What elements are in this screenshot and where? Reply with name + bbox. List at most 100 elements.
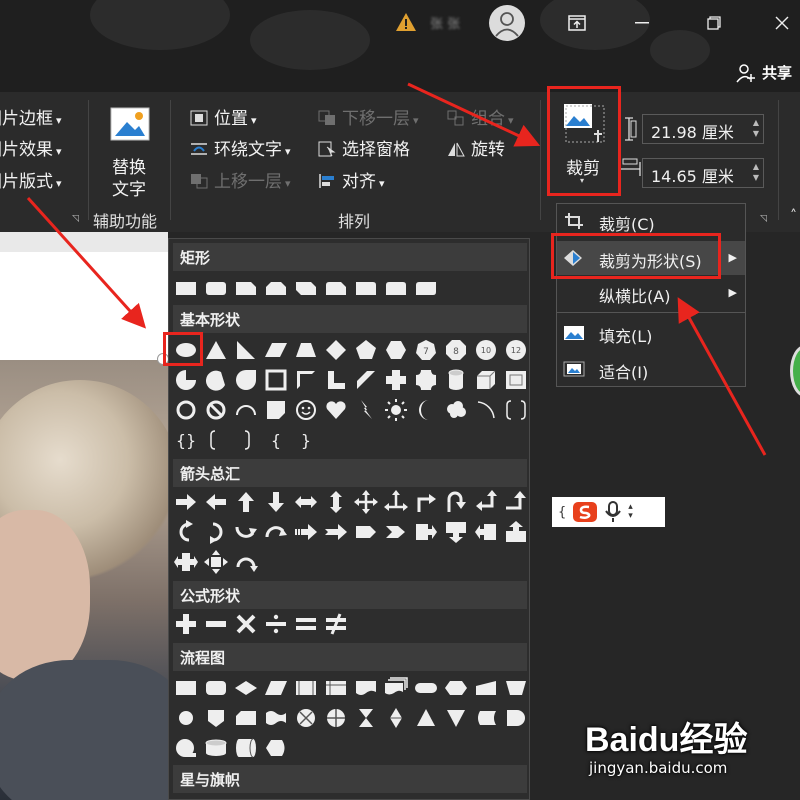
ribbon-display-options-icon[interactable] [560, 6, 594, 40]
multiply-icon[interactable] [233, 611, 259, 637]
cloud-icon[interactable] [443, 397, 469, 423]
minus-icon[interactable] [203, 611, 229, 637]
left-right-up-arrow-icon[interactable] [383, 489, 409, 515]
menu-item-fill[interactable]: 填充(L) [557, 316, 745, 350]
round-diagonal-rectangle-icon[interactable] [413, 275, 439, 301]
octagon-icon[interactable]: 8 [443, 337, 469, 363]
right-brace-icon[interactable]: } [293, 427, 319, 453]
flowchart-manual-operation-icon[interactable] [503, 675, 529, 701]
dodecagon-icon[interactable]: 12 [503, 337, 529, 363]
share-button[interactable]: 共享 [736, 62, 792, 83]
teardrop-icon[interactable] [233, 367, 259, 393]
bevel-icon[interactable] [503, 367, 529, 393]
ime-toolbar[interactable]: { ▴ ▾ [552, 497, 665, 527]
flowchart-stored-data-icon[interactable] [473, 705, 499, 731]
no-symbol-icon[interactable] [203, 397, 229, 423]
trapezoid-icon[interactable] [293, 337, 319, 363]
height-stepper[interactable]: 21.98 厘米 ▲ ▼ [642, 114, 764, 144]
bring-forward-button[interactable]: 上移一层 ▾ [190, 167, 291, 192]
right-triangle-icon[interactable] [233, 337, 259, 363]
left-arrow-callout-icon[interactable] [473, 519, 499, 545]
flowchart-card-icon[interactable] [233, 705, 259, 731]
flowchart-multidocument-icon[interactable] [383, 675, 409, 701]
minimize-icon[interactable] [625, 6, 659, 40]
width-stepper[interactable]: 14.65 厘米 ▲ ▼ [642, 158, 764, 188]
alt-text-button[interactable]: 替换 文字 [102, 104, 158, 200]
quad-arrow-icon[interactable] [353, 489, 379, 515]
l-shape-icon[interactable] [323, 367, 349, 393]
flowchart-sequential-storage-icon[interactable] [173, 735, 199, 761]
user-avatar[interactable] [489, 5, 525, 41]
pentagon-arrow-icon[interactable] [353, 519, 379, 545]
sun-icon[interactable] [383, 397, 409, 423]
u-turn-arrow-icon[interactable] [443, 489, 469, 515]
flowchart-merge-icon[interactable] [443, 705, 469, 731]
microphone-icon[interactable] [604, 501, 622, 523]
collapse-ribbon-icon[interactable]: ˄ [790, 208, 797, 224]
rectangle-icon[interactable] [173, 275, 199, 301]
flowchart-direct-access-storage-icon[interactable] [233, 735, 259, 761]
flowchart-process-icon[interactable] [173, 675, 199, 701]
circular-arrow-icon[interactable] [233, 549, 259, 575]
snip-corner-rectangle-icon[interactable] [233, 275, 259, 301]
flowchart-internal-storage-icon[interactable] [323, 675, 349, 701]
right-arrow-callout-icon[interactable] [413, 519, 439, 545]
decagon-icon[interactable]: 10 [473, 337, 499, 363]
cube-icon[interactable] [473, 367, 499, 393]
flowchart-sort-icon[interactable] [383, 705, 409, 731]
hexagon-icon[interactable] [383, 337, 409, 363]
picture-border-button[interactable]: 图片边框▾ [0, 104, 62, 129]
position-button[interactable]: 位置 ▾ [190, 104, 257, 129]
wrap-text-button[interactable]: 环绕文字 ▾ [190, 135, 291, 160]
flowchart-connector-icon[interactable] [173, 705, 199, 731]
rounded-rectangle-icon[interactable] [203, 275, 229, 301]
up-arrow-icon[interactable] [233, 489, 259, 515]
left-right-arrow-callout-icon[interactable] [173, 549, 199, 575]
moon-icon[interactable] [413, 397, 439, 423]
flowchart-data-icon[interactable] [263, 675, 289, 701]
flowchart-predefined-process-icon[interactable] [293, 675, 319, 701]
heart-icon[interactable] [323, 397, 349, 423]
chevron-icon[interactable] [383, 519, 409, 545]
right-arrow-icon[interactable] [173, 489, 199, 515]
picture-layout-button[interactable]: 图片版式▾ [0, 167, 62, 192]
snip-diagonal-rectangle-icon[interactable] [293, 275, 319, 301]
size-launcher-icon[interactable]: ◹ [760, 214, 767, 224]
left-arrow-icon[interactable] [203, 489, 229, 515]
not-equal-icon[interactable] [323, 611, 349, 637]
chord-icon[interactable] [203, 367, 229, 393]
flowchart-document-icon[interactable] [353, 675, 379, 701]
flowchart-off-page-connector-icon[interactable] [203, 705, 229, 731]
flowchart-manual-input-icon[interactable] [473, 675, 499, 701]
restore-icon[interactable] [697, 6, 731, 40]
down-arrow-icon[interactable] [263, 489, 289, 515]
flowchart-decision-icon[interactable] [233, 675, 259, 701]
flowchart-collate-icon[interactable] [353, 705, 379, 731]
plus-icon[interactable] [173, 611, 199, 637]
equal-icon[interactable] [293, 611, 319, 637]
double-bracket-icon[interactable] [503, 397, 529, 423]
flowchart-magnetic-disk-icon[interactable] [203, 735, 229, 761]
flowchart-terminator-icon[interactable] [413, 675, 439, 701]
flowchart-delay-icon[interactable] [503, 705, 529, 731]
align-button[interactable]: 对齐 ▾ [318, 167, 385, 192]
divide-icon[interactable] [263, 611, 289, 637]
snip-same-side-rectangle-icon[interactable] [263, 275, 289, 301]
sogou-icon[interactable] [572, 501, 598, 523]
smiley-face-icon[interactable] [293, 397, 319, 423]
ime-expand-icon[interactable]: ▴ ▾ [628, 503, 633, 521]
round-corner-rectangle-icon[interactable] [353, 275, 379, 301]
arc-icon[interactable] [473, 397, 499, 423]
right-bracket-icon[interactable] [233, 427, 259, 453]
flowchart-display-icon[interactable] [263, 735, 289, 761]
picture-effects-button[interactable]: 图片效果▾ [0, 135, 62, 160]
half-frame-icon[interactable] [293, 367, 319, 393]
parallelogram-icon[interactable] [263, 337, 289, 363]
down-arrow-callout-icon[interactable] [443, 519, 469, 545]
left-up-arrow-icon[interactable] [473, 489, 499, 515]
left-brace-icon[interactable]: { [263, 427, 289, 453]
round-same-side-rectangle-icon[interactable] [383, 275, 409, 301]
notched-right-arrow-icon[interactable] [323, 519, 349, 545]
diagonal-stripe-icon[interactable] [353, 367, 379, 393]
folded-corner-icon[interactable] [263, 397, 289, 423]
